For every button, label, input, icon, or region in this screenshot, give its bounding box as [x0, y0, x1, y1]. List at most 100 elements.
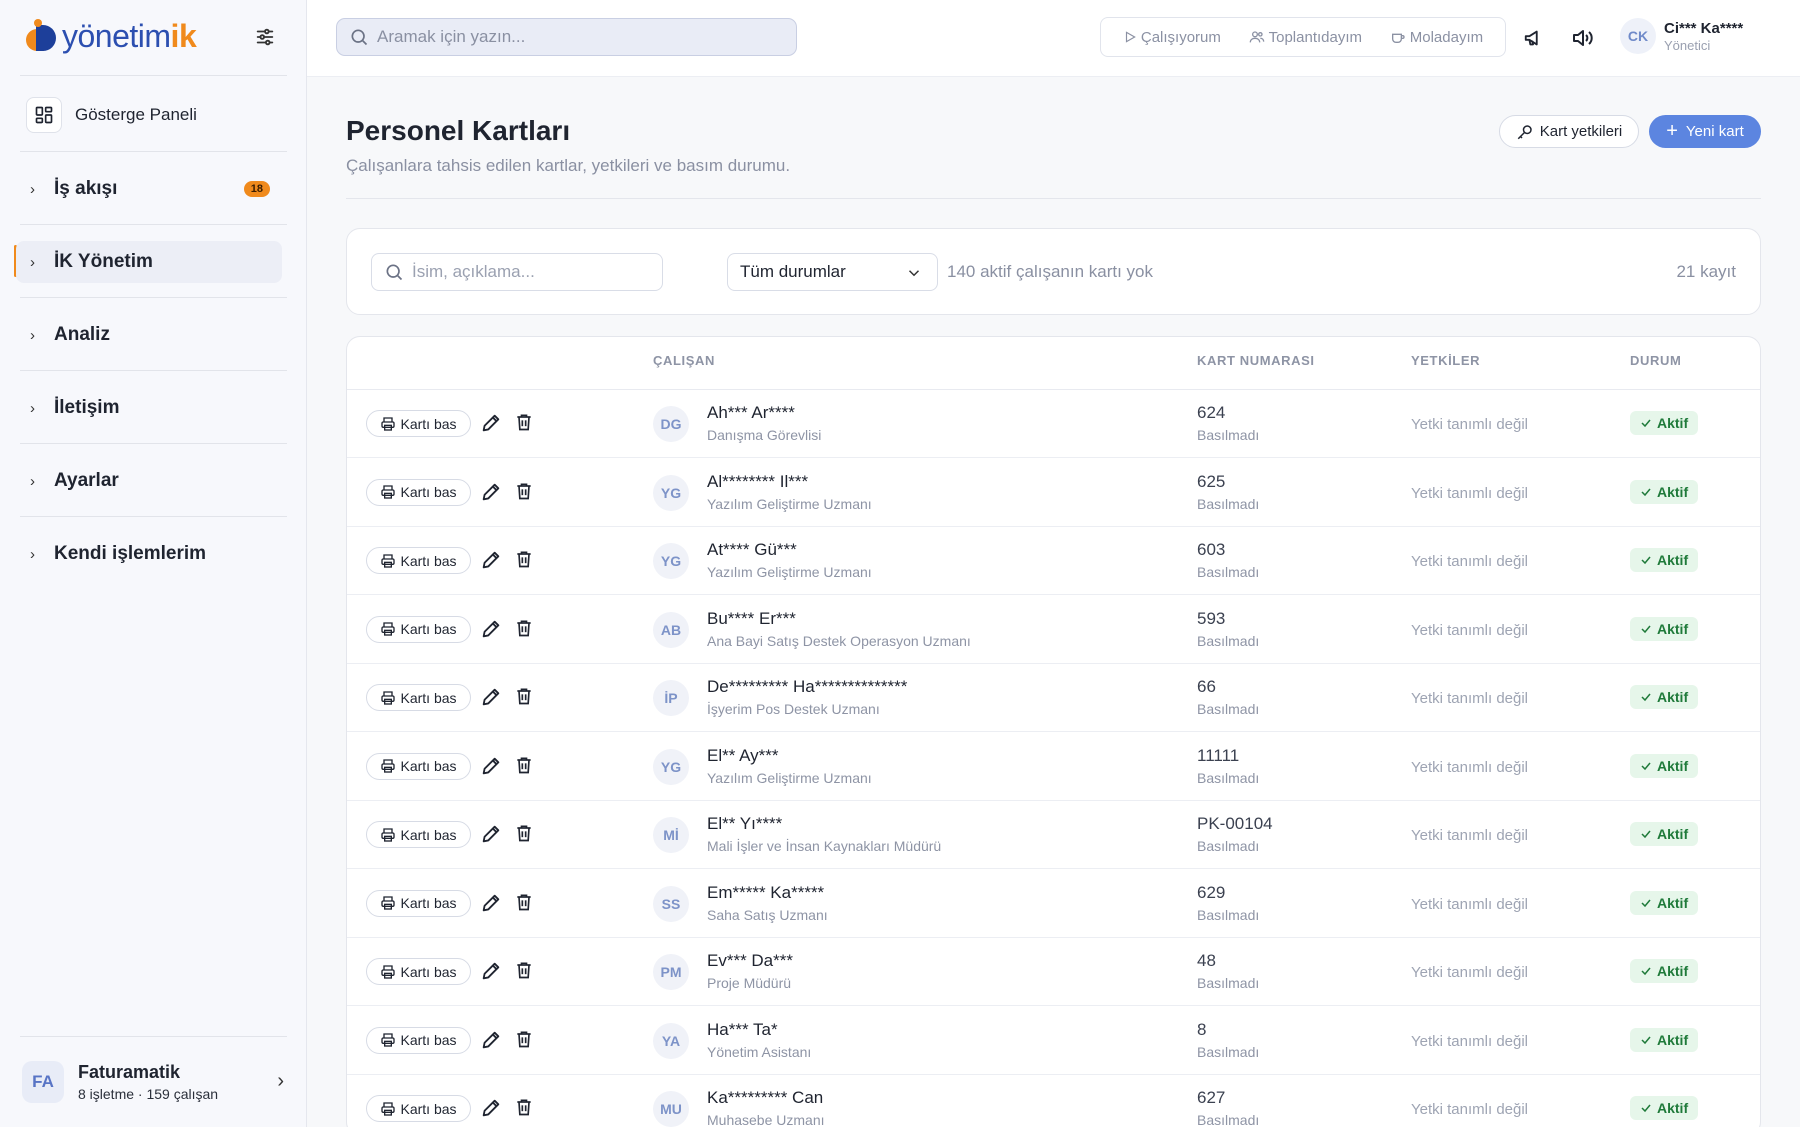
column-header-card-number[interactable]: KART NUMARASI [1197, 353, 1315, 368]
print-card-button[interactable]: Kartı bas [366, 410, 471, 437]
status-break-button[interactable]: Moladayım [1390, 29, 1483, 46]
edit-icon[interactable] [480, 892, 502, 914]
trash-icon[interactable] [514, 412, 536, 434]
print-card-button[interactable]: Kartı bas [366, 1095, 471, 1122]
table-row[interactable]: Kartı bas YG El** Ay*** Yazılım Geliştirme … [347, 733, 1760, 801]
announcements-icon[interactable] [1522, 26, 1546, 50]
table-row[interactable]: Kartı bas MU Ka********* Can Muhasebe Uzman… [347, 1075, 1760, 1127]
status-badge: Aktif [1630, 616, 1699, 641]
table-row[interactable]: Kartı bas Mİ El** Yı**** Mali İşler ve İnsa… [347, 801, 1760, 869]
status-filter-select[interactable]: Tüm durumlar [727, 253, 938, 291]
trash-icon[interactable] [514, 1097, 536, 1119]
print-card-button[interactable]: Kartı bas [366, 958, 471, 985]
users-icon [1249, 31, 1264, 43]
brand-logo[interactable]: yönetimik [24, 16, 197, 56]
chevron-right-icon: › [30, 472, 35, 490]
edit-icon[interactable] [480, 412, 502, 434]
sidebar-item-workflow[interactable]: › İş akışı 18 [16, 168, 282, 210]
divider [20, 443, 287, 444]
table-row[interactable]: Kartı bas AB Bu**** Er*** Ana Bayi Satış De… [347, 596, 1760, 664]
trash-icon[interactable] [514, 686, 536, 708]
edit-icon[interactable] [480, 755, 502, 777]
user-role: Yönetici [1664, 37, 1711, 53]
trash-icon[interactable] [514, 892, 536, 914]
edit-icon[interactable] [480, 686, 502, 708]
print-card-button[interactable]: Kartı bas [366, 889, 471, 917]
print-card-button[interactable]: Kartı bas [366, 684, 471, 711]
permissions-text: Yetki tanımlı değil [1411, 484, 1529, 502]
status-working-button[interactable]: Çalışıyorum [1123, 29, 1221, 46]
sidebar-item-dashboard[interactable]: Gösterge Paneli [26, 95, 270, 135]
button-label: Kartı bas [400, 963, 457, 980]
table-row[interactable]: Kartı bas İP De********* Ha************** İ… [347, 664, 1760, 732]
user-menu[interactable]: CK Ci*** Ka**** Yönetici [1620, 18, 1743, 54]
status-label: Aktif [1657, 483, 1689, 500]
column-header-permissions[interactable]: YETKİLER [1411, 353, 1480, 368]
print-card-button[interactable]: Kartı bas [366, 821, 471, 848]
card-permissions-button[interactable]: Kart yetkileri [1499, 115, 1639, 148]
employee-name: El** Ay*** [707, 745, 779, 765]
permissions-text: Yetki tanımlı değil [1411, 758, 1529, 776]
edit-icon[interactable] [480, 618, 502, 640]
trash-icon[interactable] [514, 755, 536, 777]
sidebar-item-communication[interactable]: › İletişim [16, 387, 282, 429]
trash-icon[interactable] [514, 960, 536, 982]
table-row[interactable]: Kartı bas YA Ha*** Ta* Yönetim Asistanı 8 Bas… [347, 1007, 1760, 1075]
status-label: Aktif [1657, 757, 1689, 774]
employee-title: Mali İşler ve İnsan Kaynakları Müdürü [707, 838, 942, 854]
avatar: MU [653, 1091, 689, 1127]
print-card-button[interactable]: Kartı bas [366, 615, 471, 643]
status-meeting-button[interactable]: Toplantıdayım [1249, 29, 1362, 46]
sidebar-item-settings[interactable]: › Ayarlar [16, 460, 282, 502]
missing-cards-note: 140 aktif çalışanın kartı yok [947, 262, 1153, 281]
coffee-icon [1391, 33, 1405, 43]
global-search-input[interactable] [377, 27, 777, 47]
sound-icon[interactable] [1570, 26, 1594, 50]
status-badge: Aktif [1630, 1027, 1699, 1052]
sidebar-settings-icon[interactable] [254, 26, 278, 50]
button-label: Kartı bas [400, 758, 457, 774]
employee-name: Bu**** Er*** [707, 608, 796, 628]
edit-icon[interactable] [480, 481, 502, 503]
trash-icon[interactable] [514, 481, 536, 503]
column-header-employee[interactable]: ÇALIŞAN [653, 353, 715, 368]
edit-icon[interactable] [480, 960, 502, 982]
permissions-text: Yetki tanımlı değil [1411, 416, 1529, 433]
button-label: Kartı bas [400, 484, 457, 500]
avatar: Mİ [653, 817, 689, 853]
print-card-button[interactable]: Kartı bas [366, 1026, 471, 1054]
divider [20, 297, 287, 298]
trash-icon[interactable] [514, 823, 536, 845]
table-search-input[interactable] [412, 262, 652, 282]
status-badge: Aktif [1630, 411, 1699, 435]
divider [20, 224, 287, 225]
table-search[interactable] [371, 253, 663, 291]
table-row[interactable]: Kartı bas DG Ah*** Ar**** Danışma Görevlisi… [347, 390, 1760, 458]
button-label: Kartı bas [400, 689, 457, 706]
table-row[interactable]: Kartı bas SS Em***** Ka***** Saha Satış Uzm… [347, 870, 1760, 938]
print-card-button[interactable]: Kartı bas [366, 478, 471, 506]
print-card-button[interactable]: Kartı bas [366, 547, 471, 574]
edit-icon[interactable] [480, 823, 502, 845]
sidebar-item-my-actions[interactable]: › Kendi işlemlerim [16, 533, 282, 575]
table-row[interactable]: Kartı bas YG At**** Gü*** Yazılım Geliştirm… [347, 527, 1760, 595]
trash-icon[interactable] [514, 1029, 536, 1051]
print-card-button[interactable]: Kartı bas [366, 752, 471, 780]
status-label: Aktif [1657, 552, 1689, 568]
employee-name: De********* Ha************** [707, 677, 908, 696]
trash-icon[interactable] [514, 618, 536, 640]
table-row[interactable]: Kartı bas YG Al******** Il*** Yazılım Geliş… [347, 459, 1760, 527]
company-switcher[interactable]: FA Faturamatik 8 işletme · 159 çalışan › [22, 1058, 288, 1106]
edit-icon[interactable] [480, 1097, 502, 1119]
edit-icon[interactable] [480, 1029, 502, 1051]
table-row[interactable]: Kartı bas PM Ev*** Da*** Proje Müdürü 48 Bası… [347, 938, 1760, 1006]
permissions-text: Yetki tanımlı değil [1411, 1032, 1529, 1050]
edit-icon[interactable] [480, 549, 502, 571]
new-card-button[interactable]: + Yeni kart [1649, 115, 1761, 148]
global-search[interactable] [336, 18, 797, 56]
column-header-status[interactable]: DURUM [1630, 353, 1681, 368]
sidebar-item-hr-management[interactable]: › İK Yönetim [16, 241, 282, 283]
trash-icon[interactable] [514, 549, 536, 571]
permissions-text: Yetki tanımlı değil [1411, 621, 1529, 639]
sidebar-item-analysis[interactable]: › Analiz [16, 314, 282, 356]
